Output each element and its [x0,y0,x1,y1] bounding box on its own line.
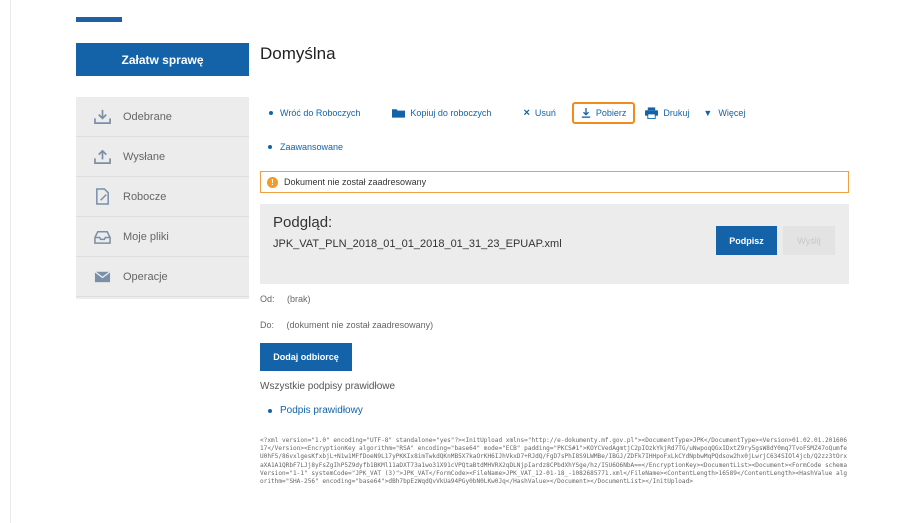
caret-down-icon: ▼ [703,108,713,118]
sidebar-item-odebrane[interactable]: Odebrane [76,97,249,137]
preview-filename: JPK_VAT_PLN_2018_01_01_2018_01_31_23_EPU… [273,238,562,250]
sidebar-item-label: Robocze [123,190,167,203]
page-title: Domyślna [260,44,336,63]
to-value: (dokument nie został zaadresowany) [286,320,434,330]
bullet-icon [269,111,273,115]
inbox-download-icon [94,109,111,124]
bullet-icon [268,145,272,149]
warning-icon: ! [267,176,278,188]
preview-panel: Podgląd: JPK_VAT_PLN_2018_01_01_2018_01_… [260,204,849,284]
download-icon [581,108,591,118]
delete-label: Usuń [534,108,556,118]
copy-label: Kopiuj do roboczych [410,108,492,118]
to-label: Do: [260,320,275,330]
back-to-drafts-link[interactable]: Wróć do Roboczych [269,108,360,118]
unaddressed-warning: ! Dokument nie został zaadresowany [260,171,849,193]
download-button[interactable]: Pobierz [571,102,636,124]
sidebar-item-moje-pliki[interactable]: Moje pliki [76,217,249,257]
sidebar-nav: Odebrane Wysłane Robocze Moje pliki Oper… [76,97,249,299]
from-label: Od: [260,294,275,304]
print-button[interactable]: Drukuj [645,107,689,119]
send-button[interactable]: Wyślij [783,226,835,255]
sidebar-item-wyslane[interactable]: Wysłane [76,137,249,177]
advanced-label: Zaawansowane [280,142,344,152]
delete-button[interactable]: × Usuń [523,107,555,119]
bullet-icon [268,408,272,413]
sidebar-item-label: Moje pliki [123,230,169,243]
outbox-upload-icon [94,149,111,164]
back-label: Wróć do Roboczych [280,108,361,118]
preview-title: Podgląd: [273,214,333,231]
sidebar-item-label: Wysłane [123,150,166,163]
printer-icon [645,107,659,119]
more-label: Więcej [718,108,746,118]
from-row: Od: (brak) [260,294,311,304]
envelope-icon [94,271,111,283]
add-recipient-button[interactable]: Dodaj odbiorcę [260,343,352,371]
top-accent-bar [76,17,122,22]
signature-valid-link[interactable]: Podpis prawidłowy [268,405,363,416]
download-label: Pobierz [595,108,627,118]
from-value: (brak) [287,294,311,304]
to-row: Do: (dokument nie został zaadresowany) [260,320,433,330]
sidebar-item-label: Operacje [123,270,168,283]
advanced-link[interactable]: Zaawansowane [268,142,343,152]
print-label: Drukuj [663,108,690,118]
xml-content: <?xml version="1.0" encoding="UTF-8" sta… [260,437,847,486]
sidebar-item-robocze[interactable]: Robocze [76,177,249,217]
copy-to-drafts-button[interactable]: Kopiuj do roboczych [392,107,491,119]
sidebar-item-label: Odebrane [123,110,172,123]
draft-document-icon [96,188,109,205]
handle-case-button[interactable]: Załatw sprawę [76,43,249,76]
left-divider [10,0,11,523]
close-icon: × [523,107,530,119]
tray-icon [94,231,111,244]
sign-button[interactable]: Podpisz [716,226,777,255]
sidebar-item-operacje[interactable]: Operacje [76,257,249,297]
signature-valid-label: Podpis prawidłowy [280,405,363,416]
signatures-status: Wszystkie podpisy prawidłowe [260,381,396,392]
document-toolbar: Wróć do Roboczych Kopiuj do roboczych × … [265,100,745,126]
more-dropdown[interactable]: ▼ Więcej [703,108,745,118]
folder-icon [392,109,406,118]
warning-text: Dokument nie został zaadresowany [284,177,427,187]
